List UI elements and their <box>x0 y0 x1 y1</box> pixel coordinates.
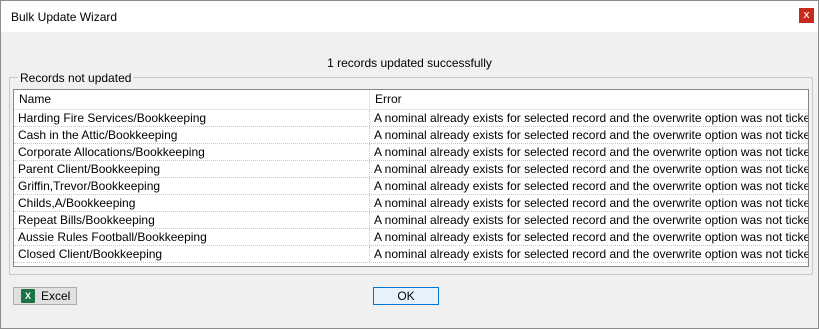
excel-icon: X <box>21 289 35 303</box>
table-row[interactable]: Harding Fire Services/Bookkeeping A nomin… <box>14 110 808 127</box>
table-row[interactable]: Corporate Allocations/Bookkeeping A nomin… <box>14 144 808 161</box>
row-name-cell[interactable]: Harding Fire Services/Bookkeeping <box>14 110 370 126</box>
row-name-cell[interactable]: Closed Client/Bookkeeping <box>14 246 370 262</box>
row-name-cell[interactable]: Griffin,Trevor/Bookkeeping <box>14 178 370 194</box>
row-error-cell[interactable]: A nominal already exists for selected re… <box>370 195 808 211</box>
column-header-name[interactable]: Name <box>14 90 370 109</box>
row-name-cell[interactable]: Aussie Rules Football/Bookkeeping <box>14 229 370 245</box>
table-row[interactable]: Griffin,Trevor/Bookkeeping A nominal alre… <box>14 178 808 195</box>
group-label: Records not updated <box>18 71 134 85</box>
table-row[interactable]: Cash in the Attic/Bookkeeping A nominal a… <box>14 127 808 144</box>
row-name-cell[interactable]: Cash in the Attic/Bookkeeping <box>14 127 370 143</box>
bulk-update-wizard-window: Bulk Update Wizard x 1 records updated s… <box>0 0 819 329</box>
row-name-cell[interactable]: Corporate Allocations/Bookkeeping <box>14 144 370 160</box>
excel-button[interactable]: X Excel <box>13 287 77 305</box>
row-error-cell[interactable]: A nominal already exists for selected re… <box>370 144 808 160</box>
row-name-cell[interactable]: Parent Client/Bookkeeping <box>14 161 370 177</box>
row-error-cell[interactable]: A nominal already exists for selected re… <box>370 127 808 143</box>
close-button[interactable]: x <box>799 8 814 23</box>
table-row[interactable]: Childs,A/Bookkeeping A nominal already ex… <box>14 195 808 212</box>
row-name-cell[interactable]: Childs,A/Bookkeeping <box>14 195 370 211</box>
row-error-cell[interactable]: A nominal already exists for selected re… <box>370 110 808 126</box>
table-row[interactable]: Aussie Rules Football/Bookkeeping A nomin… <box>14 229 808 246</box>
row-name-cell[interactable]: Repeat Bills/Bookkeeping <box>14 212 370 228</box>
excel-button-label: Excel <box>41 289 71 303</box>
row-error-cell[interactable]: A nominal already exists for selected re… <box>370 229 808 245</box>
title-bar: Bulk Update Wizard x <box>1 1 818 32</box>
row-error-cell[interactable]: A nominal already exists for selected re… <box>370 212 808 228</box>
success-message: 1 records updated successfully <box>327 56 492 70</box>
row-error-cell[interactable]: A nominal already exists for selected re… <box>370 246 808 262</box>
records-grid[interactable]: Name Error Harding Fire Services/Bookkee… <box>13 89 809 267</box>
table-row[interactable]: Parent Client/Bookkeeping A nominal alrea… <box>14 161 808 178</box>
window-title: Bulk Update Wizard <box>11 10 118 24</box>
row-error-cell[interactable]: A nominal already exists for selected re… <box>370 178 808 194</box>
table-row[interactable]: Repeat Bills/Bookkeeping A nominal alread… <box>14 212 808 229</box>
column-header-error[interactable]: Error <box>370 90 808 109</box>
ok-button[interactable]: OK <box>373 287 439 305</box>
table-row[interactable]: Closed Client/Bookkeeping A nominal alrea… <box>14 246 808 263</box>
grid-header: Name Error <box>14 90 808 110</box>
grid-rows: Harding Fire Services/Bookkeeping A nomin… <box>14 110 808 263</box>
row-error-cell[interactable]: A nominal already exists for selected re… <box>370 161 808 177</box>
